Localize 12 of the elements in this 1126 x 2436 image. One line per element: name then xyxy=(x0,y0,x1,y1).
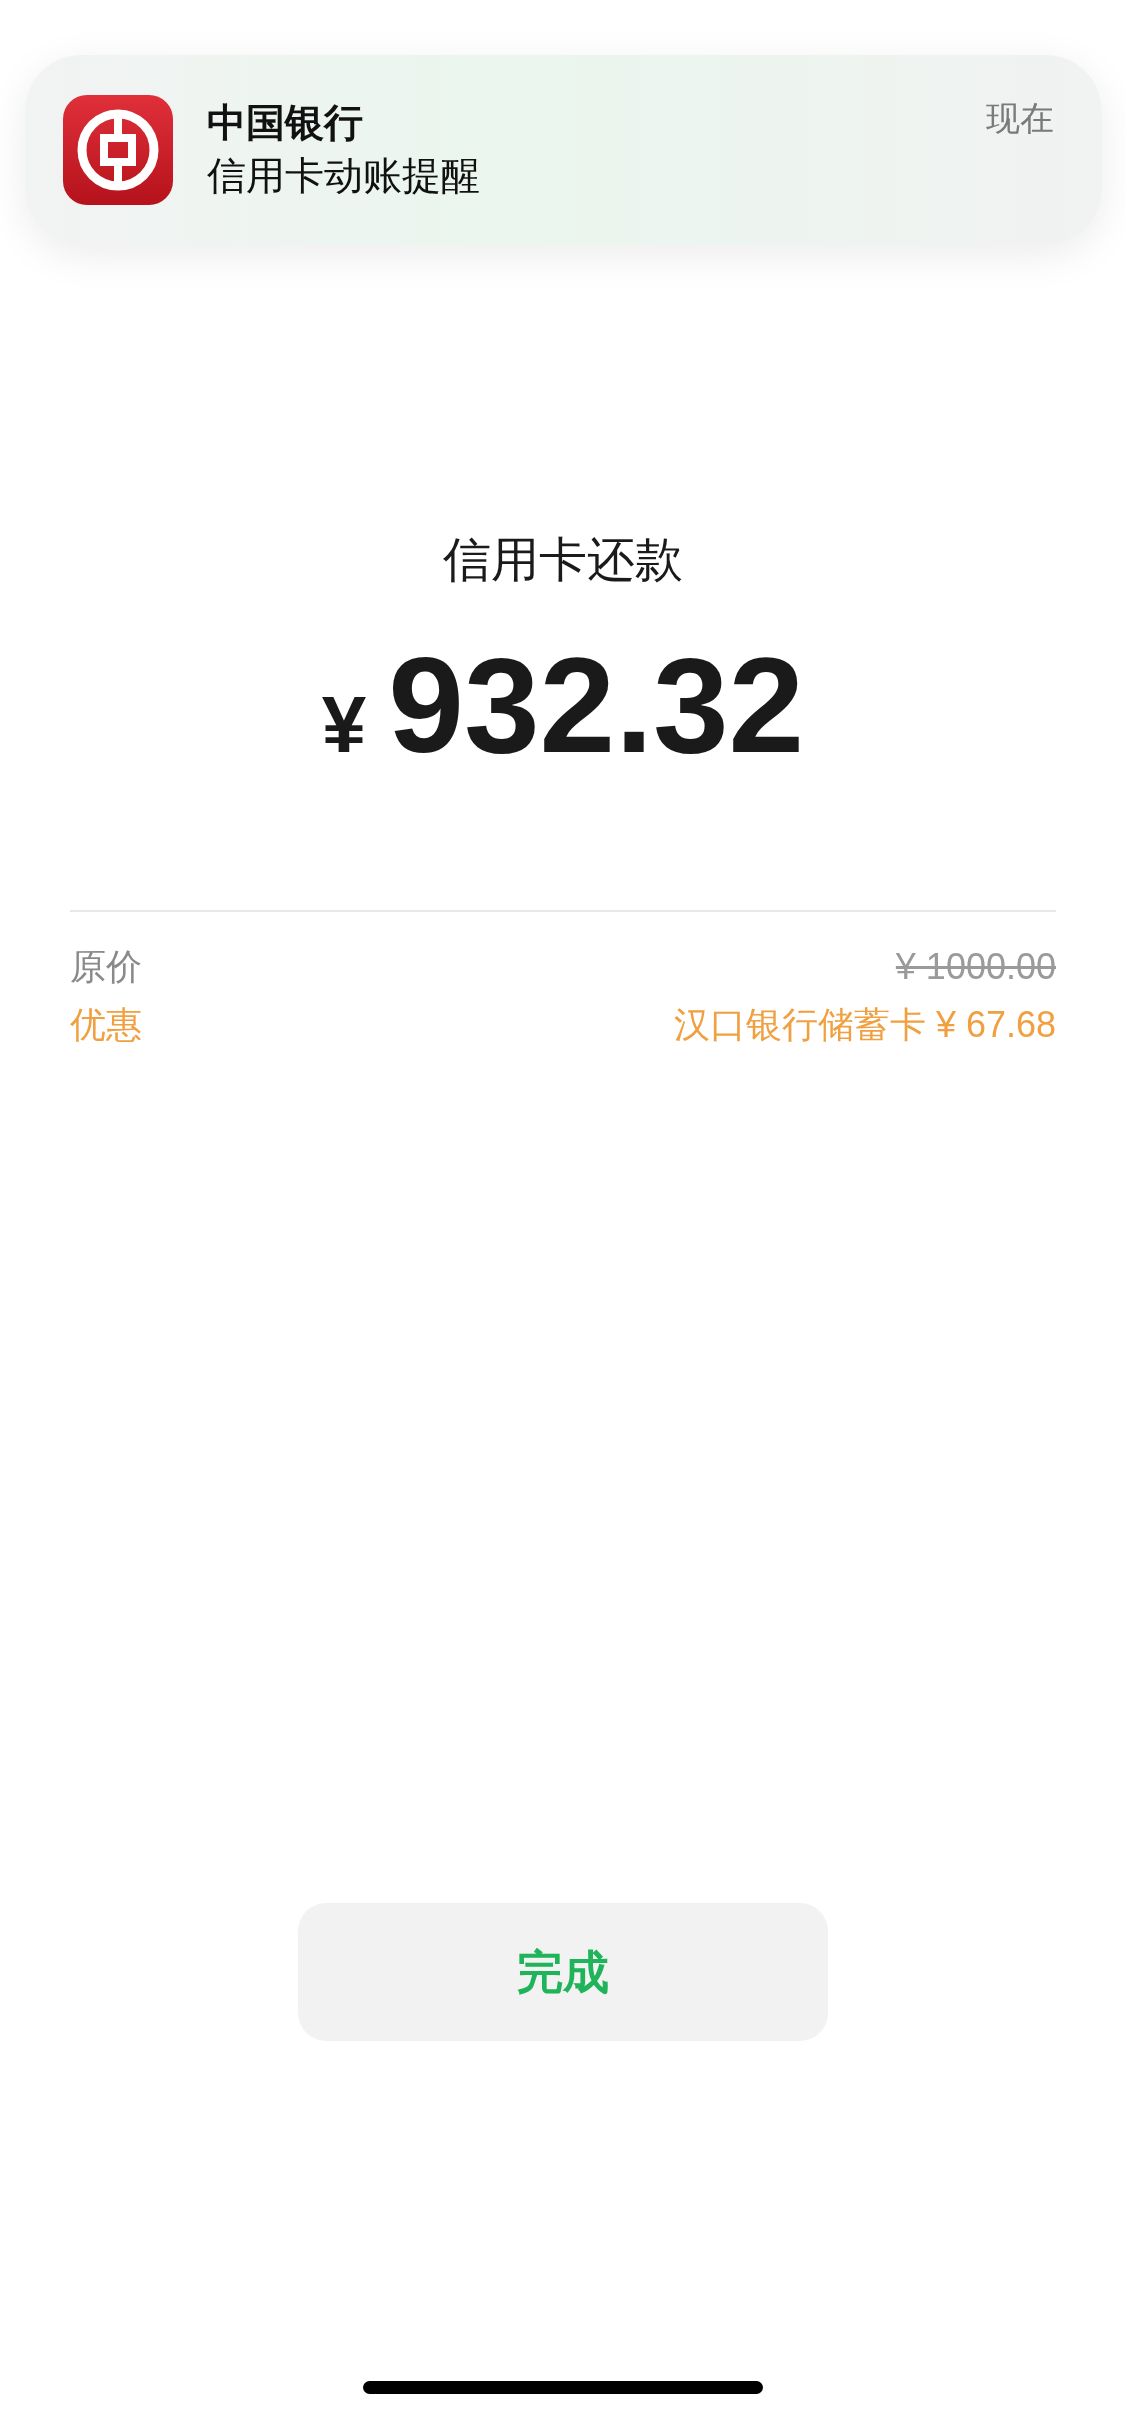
notification-banner[interactable]: 中国银行 信用卡动账提醒 现在 xyxy=(24,55,1102,245)
detail-value: 汉口银行储蓄卡 ¥ 67.68 xyxy=(673,1003,1056,1047)
currency-symbol: ¥ xyxy=(321,679,367,771)
notification-time: 现在 xyxy=(985,98,1054,139)
detail-value: ¥ 1000.00 xyxy=(895,945,1056,989)
app-icon xyxy=(62,95,173,205)
payment-title: 信用卡还款 xyxy=(443,532,683,588)
detail-label: 优惠 xyxy=(70,1003,142,1047)
payment-amount: 932.32 xyxy=(388,630,805,780)
notification-title: 中国银行 xyxy=(206,100,364,146)
detail-label: 原价 xyxy=(70,945,142,989)
notification-message: 信用卡动账提醒 xyxy=(206,153,481,199)
